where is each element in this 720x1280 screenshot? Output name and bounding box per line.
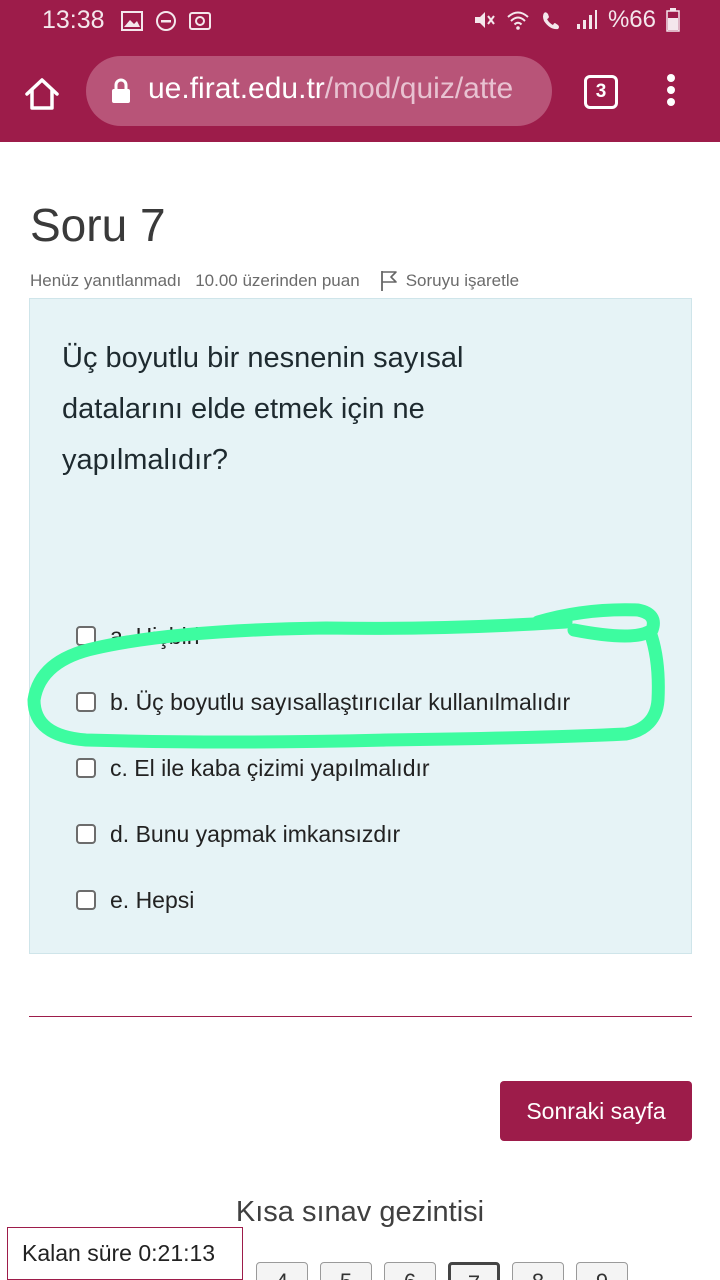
status-left-icons xyxy=(120,10,212,32)
wifi-icon xyxy=(507,11,529,30)
url-path: /mod/quiz/atte xyxy=(324,72,514,105)
option-b-checkbox[interactable] xyxy=(76,692,96,712)
url-text: ue.firat.edu.tr/mod/quiz/atte xyxy=(148,72,540,106)
divider xyxy=(29,1016,692,1017)
option-a-checkbox[interactable] xyxy=(76,626,96,646)
option-e[interactable]: e. Hepsi xyxy=(76,867,570,933)
home-icon[interactable] xyxy=(22,74,62,114)
status-time: 13:38 xyxy=(42,6,105,34)
question-info: Henüz yanıtlanmadı 10.00 üzerinden puan … xyxy=(30,270,519,292)
time-remaining: Kalan süre 0:21:13 xyxy=(7,1227,243,1280)
status-right: %66 xyxy=(472,6,680,34)
browser-toolbar: ue.firat.edu.tr/mod/quiz/atte 3 xyxy=(0,44,720,142)
wifi-call-icon xyxy=(542,12,559,30)
option-c[interactable]: c. El ile kaba çizimi yapılmalıdır xyxy=(76,735,570,801)
mute-icon xyxy=(474,12,495,28)
signal-icon xyxy=(576,10,597,29)
question-text: Üç boyutlu bir nesnenin sayısal dataları… xyxy=(62,342,464,476)
option-e-checkbox[interactable] xyxy=(76,890,96,910)
question-box: Üç boyutlu bir nesnenin sayısal dataları… xyxy=(29,298,692,954)
flag-question-link[interactable]: Soruyu işaretle xyxy=(406,271,519,291)
more-menu-icon[interactable] xyxy=(664,74,678,110)
answer-options: a. Hiçbiri b. Üç boyutlu sayısallaştırıc… xyxy=(76,603,570,933)
url-host: ue.firat.edu.tr xyxy=(148,72,325,105)
vault-icon xyxy=(189,12,211,30)
option-c-label: c. El ile kaba çizimi yapılmalıdır xyxy=(110,754,430,781)
option-e-label: e. Hepsi xyxy=(110,886,195,913)
flag-icon[interactable] xyxy=(380,270,398,292)
nav-question-9[interactable]: 9 xyxy=(576,1262,628,1280)
status-bar: 13:38 %66 xyxy=(0,0,720,44)
option-b-label: b. Üç boyutlu sayısallaştırıcılar kullan… xyxy=(110,688,571,715)
nav-question-8[interactable]: 8 xyxy=(512,1262,564,1280)
option-d-label: d. Bunu yapmak imkansızdır xyxy=(110,820,401,847)
option-a-label: a. Hiçbiri xyxy=(110,622,200,649)
option-d[interactable]: d. Bunu yapmak imkansızdır xyxy=(76,801,570,867)
nav-question-5[interactable]: 5 xyxy=(320,1262,372,1280)
next-page-button[interactable]: Sonraki sayfa xyxy=(500,1081,692,1141)
battery-percent: %66 xyxy=(607,6,656,33)
option-d-checkbox[interactable] xyxy=(76,824,96,844)
answer-status: Henüz yanıtlanmadı xyxy=(30,271,182,290)
option-a[interactable]: a. Hiçbiri xyxy=(76,603,570,669)
battery-icon xyxy=(666,8,680,32)
option-c-checkbox[interactable] xyxy=(76,758,96,778)
tab-count-button[interactable]: 3 xyxy=(584,75,618,109)
image-icon xyxy=(121,11,143,31)
page-title: Soru 7 xyxy=(30,199,166,251)
url-bar[interactable]: ue.firat.edu.tr/mod/quiz/atte xyxy=(86,56,552,126)
quiz-navigation: 4 5 6 7 8 9 xyxy=(256,1262,628,1280)
lock-icon xyxy=(112,78,130,103)
quiz-navigation-title: Kısa sınav gezintisi xyxy=(235,1196,485,1228)
nav-question-4[interactable]: 4 xyxy=(256,1262,308,1280)
nav-question-7[interactable]: 7 xyxy=(448,1262,500,1280)
option-b[interactable]: b. Üç boyutlu sayısallaştırıcılar kullan… xyxy=(76,669,570,735)
dnd-icon xyxy=(156,11,176,31)
nav-question-6[interactable]: 6 xyxy=(384,1262,436,1280)
question-points: 10.00 üzerinden puan xyxy=(195,271,360,290)
